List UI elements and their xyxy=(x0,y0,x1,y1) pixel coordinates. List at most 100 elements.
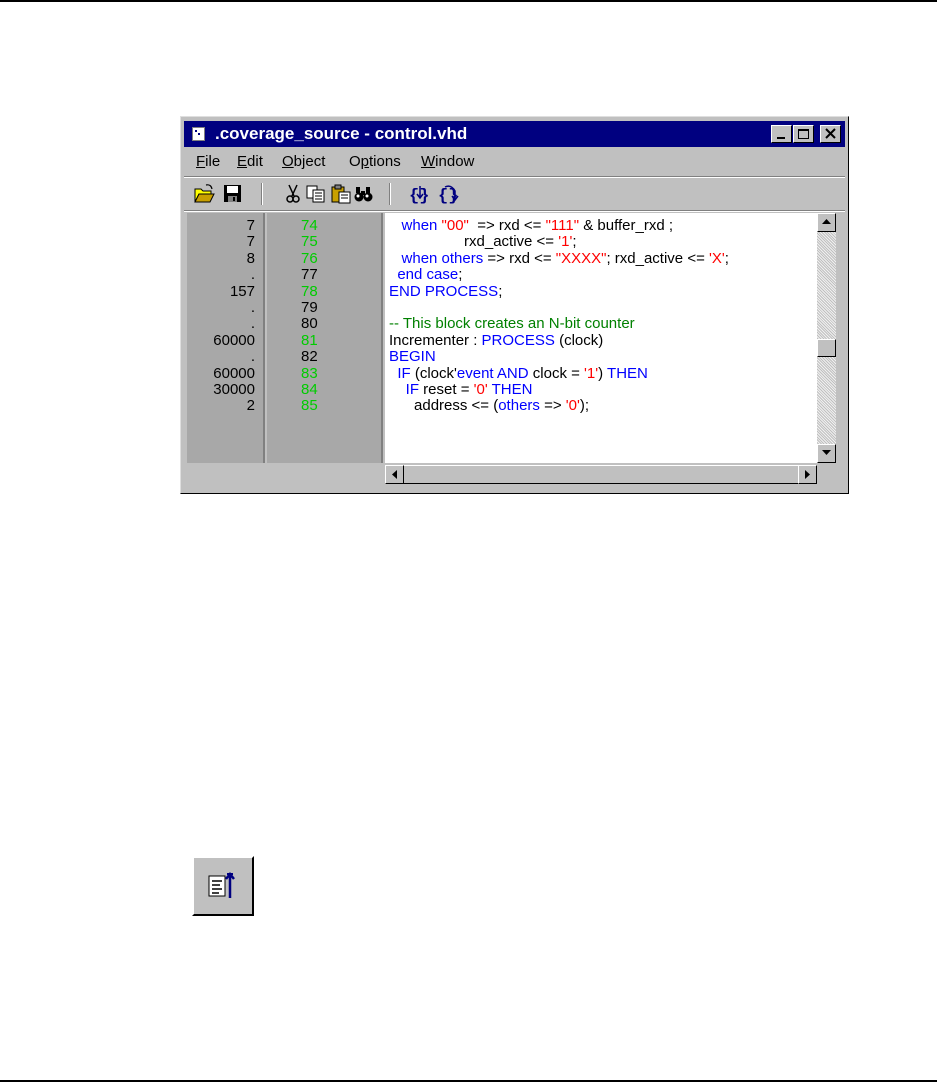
code-text: ; rxd_active <= xyxy=(606,249,710,267)
code-text: address <= ( xyxy=(389,397,499,415)
code-text: => xyxy=(539,397,566,415)
window-title: .coverage_source - control.vhd xyxy=(215,124,468,143)
code-line: when others => rxd <= "XXXX"; rxd_active… xyxy=(389,249,729,267)
code-text: & buffer_rxd ; xyxy=(579,217,674,234)
code-literal: 'X' xyxy=(709,249,725,267)
coverage-count: . xyxy=(250,315,255,333)
menu-object[interactable]: Object xyxy=(282,153,325,170)
coverage-count: 7 xyxy=(246,217,255,234)
source-code-pane[interactable]: when "00" => rxd <= "111" & buffer_rxd ;… xyxy=(385,213,823,463)
code-keyword: when xyxy=(401,217,442,234)
scroll-up-button[interactable] xyxy=(817,213,836,232)
code-line: address <= (others => '0'); xyxy=(389,398,589,414)
line-number: 84 xyxy=(301,381,318,398)
line-number: 83 xyxy=(301,364,318,382)
code-comment: -- This block creates an N-bit counter xyxy=(389,315,635,333)
menu-bar: File Edit Object Options Window xyxy=(184,150,845,174)
code-line: BEGIN xyxy=(389,349,436,365)
arrow-right-icon xyxy=(805,470,810,479)
arrow-up-icon xyxy=(822,219,831,224)
vertical-scrollbar[interactable] xyxy=(817,213,836,463)
page-bottom-rule xyxy=(0,1080,937,1082)
coverage-count: . xyxy=(250,348,255,366)
menu-window[interactable]: Window xyxy=(421,153,474,170)
code-text: => rxd <= xyxy=(468,217,546,234)
scroll-left-button[interactable] xyxy=(385,465,404,484)
code-keyword: IF xyxy=(405,381,420,398)
code-text: ; xyxy=(458,266,463,284)
code-line: when "00" => rxd <= "111" & buffer_rxd ; xyxy=(389,217,674,234)
coverage-count: 7 xyxy=(246,233,255,251)
menu-file[interactable]: File xyxy=(196,153,220,170)
line-number: 85 xyxy=(301,397,318,415)
line-number: 77 xyxy=(301,266,318,284)
copy-icon[interactable] xyxy=(305,183,327,205)
code-keyword: END PROCESS xyxy=(389,282,499,300)
coverage-source-window: .coverage_source - control.vhd File Edit… xyxy=(180,116,849,494)
code-literal: '0' xyxy=(473,381,488,398)
save-icon[interactable] xyxy=(222,183,244,205)
title-bar[interactable]: .coverage_source - control.vhd xyxy=(184,121,845,147)
source-panes: 7 7 8. 157.. 60000. 60000 30000 2 74 75 76 77 78 79 8… xyxy=(187,213,823,463)
menu-options[interactable]: Options xyxy=(349,153,401,170)
scroll-down-button[interactable] xyxy=(817,444,836,463)
toolbar-separator xyxy=(389,183,391,205)
code-literal: '1' xyxy=(584,364,599,382)
code-text: ; xyxy=(572,233,577,251)
toolbar: {} {} xyxy=(184,178,845,208)
coverage-count: . xyxy=(250,266,255,284)
minimize-icon xyxy=(777,137,785,139)
code-text: reset = xyxy=(419,381,474,398)
code-literal: '1' xyxy=(558,233,573,251)
window-app-icon[interactable] xyxy=(192,127,205,141)
horizontal-scroll-thumb[interactable] xyxy=(404,465,798,484)
coverage-count: 157 xyxy=(229,282,255,300)
line-number: 75 xyxy=(301,233,318,251)
code-literal: "XXXX" xyxy=(555,249,607,267)
code-text: ) xyxy=(598,364,608,382)
code-line: END PROCESS; xyxy=(389,282,502,300)
line-number: 74 xyxy=(301,217,318,234)
code-keyword: PROCESS xyxy=(481,331,555,349)
code-text: rxd_active <= xyxy=(389,233,559,251)
code-keyword: IF xyxy=(397,364,411,382)
code-line: -- This block creates an N-bit counter xyxy=(389,316,635,332)
show-line-coverage-icon xyxy=(208,872,235,898)
minimize-button[interactable] xyxy=(771,125,792,143)
find-icon[interactable] xyxy=(353,183,375,205)
toolbar-panes-divider xyxy=(184,210,845,212)
show-line-coverage-button[interactable] xyxy=(192,856,254,916)
menu-edit[interactable]: Edit xyxy=(237,153,263,170)
close-icon xyxy=(825,128,836,139)
code-keyword: others xyxy=(498,397,540,415)
coverage-count: 60000 xyxy=(213,364,255,382)
coverage-count: 8 xyxy=(246,249,255,267)
code-line: IF reset = '0' THEN xyxy=(389,381,533,398)
maximize-button[interactable] xyxy=(793,125,814,143)
paste-icon[interactable] xyxy=(330,183,352,205)
code-text: => rxd <= xyxy=(483,249,556,267)
line-number: 79 xyxy=(301,299,318,316)
toolbar-separator xyxy=(261,183,263,205)
code-line: rxd_active <= '1'; xyxy=(389,234,576,250)
open-folder-icon[interactable] xyxy=(193,183,215,205)
cut-icon[interactable] xyxy=(282,183,304,205)
code-line: Incrementer : PROCESS (clock) xyxy=(389,331,604,349)
scroll-right-button[interactable] xyxy=(798,465,817,484)
vertical-scroll-thumb[interactable] xyxy=(817,338,836,357)
code-text: (clock) xyxy=(554,331,604,349)
code-text: Incrementer : xyxy=(389,331,482,349)
code-text: ; xyxy=(724,249,729,267)
step-over-icon[interactable]: {} xyxy=(437,183,459,205)
code-keyword: THEN xyxy=(607,364,648,382)
coverage-count: 30000 xyxy=(213,381,255,398)
horizontal-scrollbar[interactable] xyxy=(385,465,817,484)
step-into-icon[interactable]: {} xyxy=(408,183,430,205)
code-line: IF (clock'event AND clock = '1') THEN xyxy=(389,364,648,382)
code-text: clock = xyxy=(528,364,585,382)
close-button[interactable] xyxy=(820,125,841,143)
code-keyword: when others xyxy=(401,249,484,267)
